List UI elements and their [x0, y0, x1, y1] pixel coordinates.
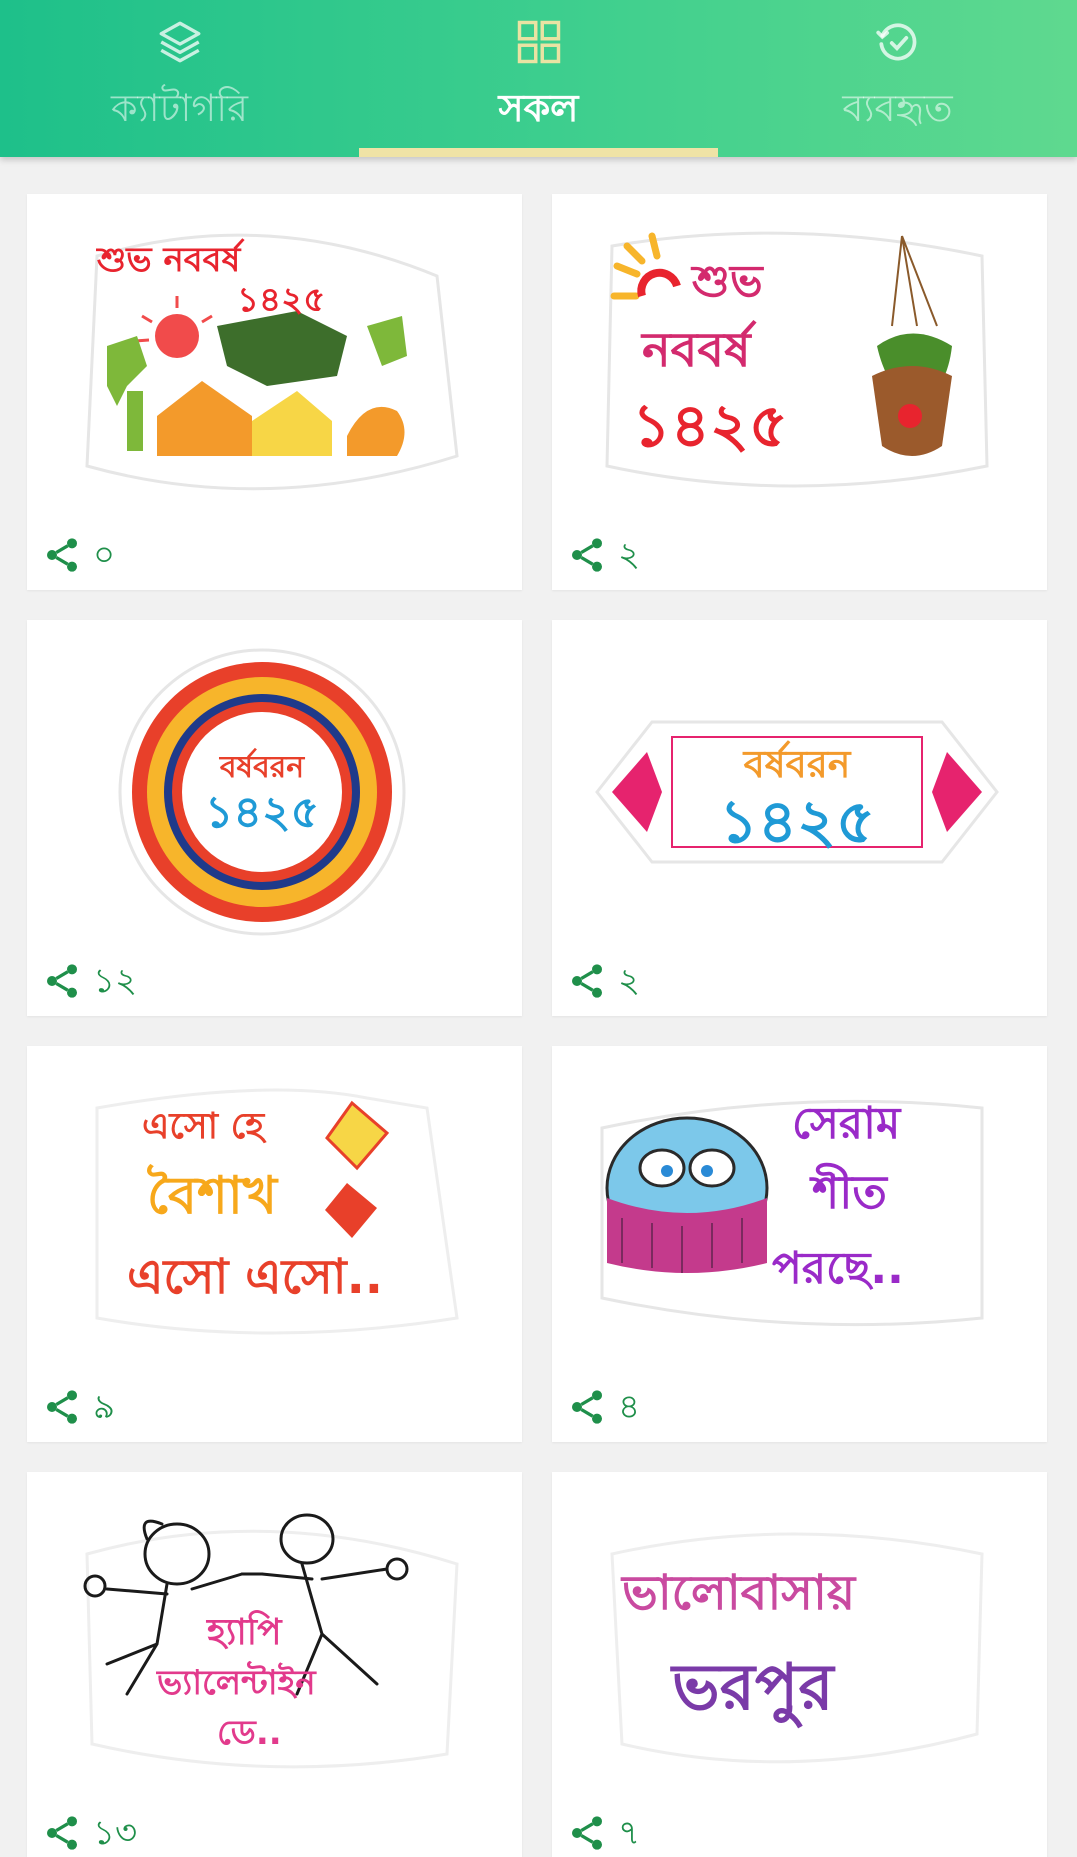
sticker-text-line: বর্ষবরন [742, 740, 852, 786]
tab-all[interactable]: সকল [359, 0, 718, 157]
sticker-image: শুভ নববর্ষ ১৪২৫ [605, 231, 989, 488]
sticker-card[interactable]: ভালোবাসায় ভরপুর ৭ [552, 1472, 1047, 1857]
sticker-text-line: ১৪২৫ [632, 391, 788, 461]
card-footer: ১২ [41, 956, 137, 1006]
sticker-text-line: শুভ [690, 256, 765, 307]
sticker-image: সেরাম শীত পরছে.. [600, 1098, 984, 1327]
sticker-card[interactable]: বর্ষবরন ১৪২৫ ২ [552, 620, 1047, 1016]
sticker-text-line: ১৪২৫ [237, 280, 325, 320]
sticker-text-line: ১৪২৫ [205, 787, 319, 838]
top-tab-bar: ক্যাটাগরি সকল ব্যবহৃত [0, 0, 1077, 157]
sticker-text-line: সেরাম [792, 1098, 902, 1149]
sticker-card[interactable]: শুভ নববর্ষ ১৪২৫ ২ [552, 194, 1047, 590]
share-count: ১২ [93, 961, 138, 1001]
sticker-image: শুভ নববর্ষ ১৪২৫ [85, 233, 459, 491]
sticker-text-line: হ্যাপি [205, 1610, 283, 1653]
share-count: ০ [93, 535, 116, 575]
share-icon[interactable] [566, 1812, 608, 1854]
sticker-text-line: ভ্যালেন্টাইন [156, 1661, 317, 1703]
tab-recent[interactable]: ব্যবহৃত [718, 0, 1077, 157]
share-count: ২ [618, 535, 641, 575]
sticker-card[interactable]: এসো হে বৈশাখ এসো এসো.. ৯ [27, 1046, 522, 1442]
sticker-card[interactable]: শুভ নববর্ষ ১৪২৫ ০ [27, 194, 522, 590]
sticker-image: ভালোবাসায় ভরপুর [610, 1532, 984, 1764]
layers-icon [152, 14, 208, 70]
sticker-text-line: বৈশাখ [147, 1163, 279, 1226]
tab-categories[interactable]: ক্যাটাগরি [0, 0, 359, 157]
card-footer: ৯ [41, 1382, 115, 1432]
sticker-text-line: শুভ নববর্ষ [96, 238, 245, 280]
sticker-text-line: ভালোবাসায় [620, 1565, 857, 1621]
tab-recent-label: ব্যবহৃত [842, 86, 953, 130]
share-count: ২ [618, 961, 641, 1001]
sticker-text-line: শীত [809, 1162, 888, 1219]
sticker-image: বর্ষবরন ১৪২৫ [118, 648, 406, 936]
share-count: ৭ [618, 1813, 641, 1853]
share-icon[interactable] [41, 534, 83, 576]
tab-categories-label: ক্যাটাগরি [110, 86, 249, 130]
share-icon[interactable] [566, 1386, 608, 1428]
card-footer: ৭ [566, 1808, 640, 1857]
sticker-text-line: ডে.. [217, 1713, 282, 1753]
card-footer: ১৩ [41, 1808, 137, 1857]
share-icon[interactable] [566, 534, 608, 576]
share-icon[interactable] [41, 1386, 83, 1428]
sticker-text-line: নববর্ষ [640, 319, 757, 378]
card-footer: ২ [566, 530, 640, 580]
sticker-text-line: এসো এসো.. [127, 1249, 383, 1305]
tab-all-label: সকল [498, 86, 579, 130]
tab-indicator [359, 148, 718, 157]
sticker-text-line: ভরপুর [670, 1651, 836, 1729]
share-icon[interactable] [566, 960, 608, 1002]
card-footer: ৪ [566, 1382, 640, 1432]
sticker-grid: শুভ নববর্ষ ১৪২৫ ০ শুভ নববর্ষ ১৪২৫ ২ বর্ষ… [27, 194, 1047, 1857]
sticker-text-line: এসো হে [142, 1106, 267, 1147]
sticker-text-line: বর্ষবরন [219, 748, 305, 785]
share-icon[interactable] [41, 1812, 83, 1854]
sticker-card[interactable]: সেরাম শীত পরছে.. ৪ [552, 1046, 1047, 1442]
sticker-text-line: ১৪২৫ [719, 787, 875, 857]
sticker-card[interactable]: হ্যাপি ভ্যালেন্টাইন ডে.. ১৩ [27, 1472, 522, 1857]
share-count: ৪ [618, 1387, 641, 1427]
sticker-card[interactable]: বর্ষবরন ১৪২৫ ১২ [27, 620, 522, 1016]
share-icon[interactable] [41, 960, 83, 1002]
card-footer: ২ [566, 956, 640, 1006]
sticker-image: এসো হে বৈশাখ এসো এসো.. [95, 1088, 459, 1335]
sticker-image: বর্ষবরন ১৪২৫ [595, 720, 999, 864]
share-count: ৯ [93, 1387, 116, 1427]
share-count: ১৩ [93, 1813, 138, 1853]
history-clock-icon [870, 14, 926, 70]
sticker-image: হ্যাপি ভ্যালেন্টাইন ডে.. [83, 1513, 459, 1769]
sticker-text-line: পরছে.. [772, 1243, 904, 1294]
grid-icon [511, 14, 567, 70]
card-footer: ০ [41, 530, 115, 580]
